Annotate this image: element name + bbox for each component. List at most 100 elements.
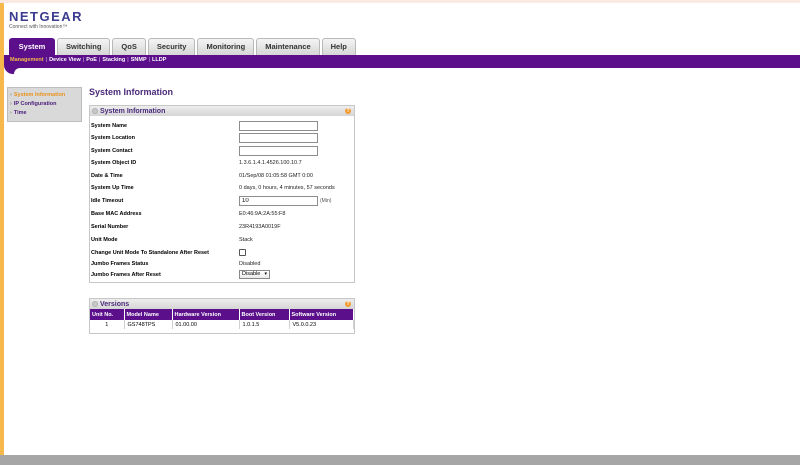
help-icon[interactable]: ? [345, 301, 351, 307]
subnav-separator: | [127, 57, 129, 63]
collapse-bullet-icon[interactable] [92, 108, 98, 114]
netgear-logo: NETGEAR Connect with Innovation™ [9, 10, 83, 30]
panel-header: System Information ? [90, 106, 354, 116]
subnav-separator: | [98, 57, 101, 63]
sidebar-item-label: Time [13, 110, 27, 116]
collapse-bullet-icon[interactable] [92, 301, 98, 307]
system-contact-row: System Contact [91, 146, 355, 156]
unit-number-cell: 1 [90, 320, 125, 329]
tab-help[interactable]: Help [321, 38, 356, 55]
column-header: Hardware Version [172, 309, 240, 320]
jumbo-status-value: Disabled [239, 261, 261, 267]
subnav-stacking[interactable]: Stacking [102, 57, 125, 63]
header-curve [4, 65, 800, 74]
idle-timeout-row: Idle Timeout (Min) [91, 196, 355, 206]
tab-switching[interactable]: Switching [57, 38, 111, 55]
versions-table: Unit No. Model Name Hardware Version Boo… [90, 309, 354, 329]
bullet-icon: › [10, 92, 12, 98]
column-header: Unit No. [90, 309, 125, 320]
system-object-id-row: System Object ID 1.3.6.1.4.1.4526.100.10… [91, 159, 355, 168]
bullet-icon: › [10, 101, 12, 107]
field-label: System Location [91, 135, 136, 141]
jumbo-status-row: Jumbo Frames Status Disabled [91, 260, 355, 269]
field-label: Unit Mode [91, 237, 118, 243]
field-label: Jumbo Frames After Reset [91, 272, 161, 278]
chevron-down-icon: ▾ [264, 271, 267, 277]
system-object-id-value: 1.3.6.1.4.1.4526.100.10.7 [239, 160, 302, 166]
base-mac-row: Base MAC Address E0:46:9A:2A:55:F8 [91, 210, 355, 219]
page-title: System Information [89, 87, 174, 97]
model-name-cell: GS748TPS [124, 320, 173, 329]
system-location-input[interactable] [239, 133, 318, 143]
base-mac-value: E0:46:9A:2A:55:F8 [239, 211, 286, 217]
up-time-value: 0 days, 0 hours, 4 minutes, 57 seconds [239, 185, 335, 191]
system-information-panel: System Information ? System Name System … [89, 105, 355, 283]
unit-mode-row: Unit Mode Stack [91, 236, 355, 245]
unit-mode-value: Stack [239, 237, 253, 243]
sidebar-item-time[interactable]: › Time [10, 109, 79, 118]
system-location-row: System Location [91, 133, 355, 143]
field-label: Jumbo Frames Status [91, 261, 149, 267]
top-strip [0, 0, 800, 3]
field-label: Date & Time [91, 173, 123, 179]
subnav-separator: | [82, 57, 85, 63]
brand-tagline: Connect with Innovation™ [9, 24, 68, 30]
system-contact-input[interactable] [239, 146, 318, 156]
versions-panel: Versions ? Unit No. Model Name Hardware … [89, 298, 355, 334]
subnav-poe[interactable]: PoE [86, 57, 97, 63]
table-row: 1 GS748TPS 01.00.00 1.0.1.5 V5.0.0.23 [90, 320, 354, 329]
column-header: Model Name [124, 309, 173, 320]
system-name-row: System Name [91, 121, 355, 131]
column-header: Boot Version [239, 309, 290, 320]
serial-number-value: 23R4193A0019F [239, 224, 281, 230]
date-time-value: 01/Sep/08 01:05:58 GMT 0:00 [239, 173, 313, 179]
left-accent-bar [0, 3, 4, 465]
up-time-row: System Up Time 0 days, 0 hours, 4 minute… [91, 184, 355, 193]
subnav-device-view[interactable]: Device View [49, 57, 81, 63]
field-label: System Contact [91, 148, 133, 154]
footer-bar [0, 455, 800, 465]
jumbo-after-reset-row: Jumbo Frames After Reset Disable ▾ [91, 270, 355, 280]
sidebar-item-label: System Information [13, 92, 66, 98]
field-label: System Name [91, 123, 128, 129]
tab-qos[interactable]: QoS [112, 38, 146, 55]
hardware-version-cell: 01.00.00 [172, 320, 240, 329]
help-icon[interactable]: ? [345, 108, 351, 114]
idle-timeout-unit: (Min) [320, 198, 332, 204]
subnav-separator: | [45, 57, 48, 63]
field-label: Base MAC Address [91, 211, 142, 217]
panel-title: Versions [100, 300, 130, 308]
tab-maintenance[interactable]: Maintenance [256, 38, 320, 55]
sidebar-item-ip-configuration[interactable]: › IP Configuration [10, 100, 79, 109]
subnav-snmp[interactable]: SNMP [131, 57, 147, 63]
tab-system[interactable]: System [9, 38, 55, 55]
field-label: System Object ID [91, 160, 137, 166]
column-header: Software Version [289, 309, 354, 320]
sidebar: › System Information › IP Configuration › T… [7, 87, 82, 122]
field-label: System Up Time [91, 185, 134, 191]
panel-title: System Information [100, 107, 166, 115]
subnav-lldp[interactable]: LLDP [152, 57, 166, 63]
field-label: Change Unit Mode To Standalone After Res… [91, 250, 209, 256]
subnav-separator: | [148, 57, 151, 63]
main-tabs: System Switching QoS Security Monitoring… [9, 38, 356, 55]
idle-timeout-input[interactable] [239, 196, 318, 206]
brand-name: NETGEAR [9, 9, 84, 24]
bullet-icon: › [10, 110, 12, 116]
sidebar-item-system-information[interactable]: › System Information [10, 91, 79, 100]
field-label: Serial Number [91, 224, 129, 230]
boot-version-cell: 1.0.1.5 [239, 320, 290, 329]
panel-header: Versions ? [90, 299, 354, 309]
change-unit-mode-row: Change Unit Mode To Standalone After Res… [91, 249, 355, 258]
sub-navigation: Management | Device View | PoE | Stackin… [4, 55, 800, 65]
tab-security[interactable]: Security [147, 38, 196, 55]
table-header-row: Unit No. Model Name Hardware Version Boo… [90, 309, 354, 320]
tab-monitoring[interactable]: Monitoring [197, 38, 255, 55]
date-time-row: Date & Time 01/Sep/08 01:05:58 GMT 0:00 [91, 172, 355, 181]
system-name-input[interactable] [239, 121, 318, 131]
software-version-cell: V5.0.0.23 [289, 320, 354, 329]
jumbo-frames-select[interactable]: Disable ▾ [239, 270, 270, 279]
change-unit-mode-checkbox[interactable] [239, 249, 246, 256]
select-value: Disable [242, 271, 261, 277]
subnav-management[interactable]: Management [10, 57, 44, 63]
